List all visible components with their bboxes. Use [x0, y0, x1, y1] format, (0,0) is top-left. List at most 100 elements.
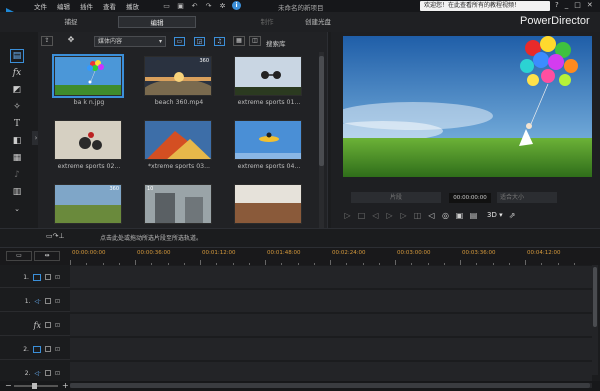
- filter-audio-icon[interactable]: ♫: [214, 37, 225, 46]
- subtitle-icon[interactable]: ▤: [469, 211, 478, 220]
- scroll-thumb[interactable]: [70, 383, 590, 388]
- menu-play[interactable]: 播放: [126, 1, 139, 11]
- track-lane[interactable]: [70, 314, 592, 336]
- volume-icon[interactable]: ◁: [427, 211, 436, 220]
- menu-file[interactable]: 文件: [34, 1, 47, 11]
- next-frame-icon[interactable]: ▷: [385, 211, 394, 220]
- media-item[interactable]: extreme sports 04...: [226, 118, 312, 174]
- scroll-thumb[interactable]: [593, 267, 597, 327]
- import-media-icon[interactable]: ⇪: [41, 36, 53, 46]
- fit-timeline-button[interactable]: ⇹: [34, 251, 60, 261]
- help-button[interactable]: ?: [555, 1, 559, 9]
- maximize-button[interactable]: □: [574, 1, 581, 9]
- media-item[interactable]: 10: [136, 182, 222, 229]
- ruler-tick-label: 00:03:36:00: [462, 250, 496, 256]
- undock-icon[interactable]: ⇗: [508, 211, 517, 220]
- folder-open-icon[interactable]: ▭: [162, 1, 171, 10]
- track-lane[interactable]: [70, 338, 592, 360]
- stop-icon[interactable]: □: [357, 211, 366, 220]
- badge-10: 10: [147, 186, 154, 192]
- media-item[interactable]: extreme sports 01...: [226, 54, 312, 110]
- timeline-tracks: 1. ⊡ 1. ◁· ⊡ fx ⊡ 2. ⊡ 2. ◁· ⊡: [0, 265, 600, 384]
- track-header: 1. ⊡: [0, 266, 68, 288]
- minimize-button[interactable]: _: [565, 1, 569, 9]
- expand-icon[interactable]: ⌄: [11, 203, 23, 215]
- fit-size-select[interactable]: 适合大小: [497, 192, 557, 203]
- ruler-ticks[interactable]: 00:00:00:00 00:00:36:00 00:01:12:00 00:01:4…: [70, 248, 590, 266]
- track-enable-checkbox[interactable]: [44, 346, 51, 352]
- particle-room-icon[interactable]: ✧: [11, 101, 23, 113]
- snapshot-icon[interactable]: ◎: [441, 211, 450, 220]
- search-library-label[interactable]: 搜索库: [266, 38, 286, 48]
- zoom-out-icon[interactable]: −: [5, 381, 12, 390]
- media-room-icon[interactable]: ▤: [10, 49, 24, 63]
- clip-mode-button[interactable]: 片段: [351, 192, 441, 203]
- audio-track-icon: ◁·: [34, 297, 41, 305]
- previous-frame-icon[interactable]: ◁: [371, 211, 380, 220]
- tab-create-disc[interactable]: 创建光盘: [298, 16, 338, 28]
- filter-video-icon[interactable]: ▭: [174, 37, 185, 46]
- timecode-display: 00:00:00:00: [449, 193, 491, 203]
- media-item[interactable]: [226, 182, 312, 229]
- room-toolbar: ▤ fx ◩ ✧ T ◧ ▦ ♪ ▥ ⌄: [6, 49, 28, 220]
- menu-view[interactable]: 查看: [103, 1, 116, 11]
- media-item[interactable]: extreme sports 02...: [46, 118, 132, 174]
- audio-mixing-icon[interactable]: ▦: [11, 152, 23, 164]
- tab-edit[interactable]: 编辑: [118, 16, 196, 28]
- track-lane[interactable]: [70, 290, 592, 312]
- timeline-horizontal-scrollbar[interactable]: [70, 383, 592, 388]
- view-mode-icon[interactable]: ▦: [233, 36, 245, 46]
- lock-icon[interactable]: ⊡: [55, 322, 60, 329]
- media-item[interactable]: 360: [46, 182, 132, 229]
- track-enable-checkbox[interactable]: [44, 298, 51, 304]
- close-button[interactable]: ✕: [587, 1, 593, 9]
- lock-icon[interactable]: ⊡: [55, 298, 60, 305]
- chapter-room-icon[interactable]: ▥: [11, 186, 23, 198]
- track-number: 1.: [23, 273, 29, 281]
- display-icon[interactable]: ▣: [455, 211, 464, 220]
- lock-icon[interactable]: ⊡: [55, 346, 60, 353]
- trim-icon[interactable]: ▭↷⊥: [46, 232, 82, 241]
- library-scrollbar[interactable]: [319, 52, 324, 228]
- play-icon[interactable]: ▷: [343, 211, 352, 220]
- media-content-select[interactable]: 媒体内容 ▾: [94, 36, 166, 47]
- timeline-vertical-scrollbar[interactable]: [592, 265, 598, 375]
- 3d-toggle[interactable]: 3D ▾: [487, 211, 503, 219]
- menu-edit[interactable]: 编辑: [57, 1, 70, 11]
- media-item[interactable]: ba k n.jpg: [46, 54, 132, 110]
- filter-image-icon[interactable]: ◲: [194, 37, 205, 46]
- tutorial-notice[interactable]: 欢迎您！在此查看所有的教程视频！: [420, 1, 550, 11]
- tab-capture[interactable]: 捕捉: [56, 16, 86, 28]
- media-thumbnail: [52, 54, 124, 98]
- lock-icon[interactable]: ⊡: [55, 274, 60, 281]
- fx-room-icon[interactable]: fx: [11, 67, 23, 79]
- track-enable-checkbox[interactable]: [44, 322, 51, 328]
- save-icon[interactable]: ▣: [176, 1, 185, 10]
- lock-icon[interactable]: ⊡: [55, 370, 60, 377]
- tag-icon[interactable]: ◫: [249, 36, 261, 46]
- zoom-knob[interactable]: [32, 383, 37, 389]
- title-room-icon[interactable]: T: [11, 118, 23, 130]
- track-enable-checkbox[interactable]: [44, 274, 51, 280]
- loop-icon[interactable]: ◫: [413, 211, 422, 220]
- menu-plugins[interactable]: 插件: [80, 1, 93, 11]
- media-item[interactable]: *xtreme sports 03...: [136, 118, 222, 174]
- undo-icon[interactable]: ↶: [190, 1, 199, 10]
- track-enable-checkbox[interactable]: [44, 370, 51, 376]
- scroll-thumb[interactable]: [319, 56, 324, 166]
- timeline-track-fx: fx ⊡: [0, 314, 592, 336]
- voiceover-icon[interactable]: ♪: [11, 169, 23, 181]
- redo-icon[interactable]: ↷: [204, 1, 213, 10]
- timeline-view-button[interactable]: ▭: [6, 251, 32, 261]
- tab-produce[interactable]: 制作: [252, 16, 282, 28]
- transition-room-icon[interactable]: ◧: [11, 135, 23, 147]
- pip-room-icon[interactable]: ◩: [11, 84, 23, 96]
- track-lane[interactable]: [70, 266, 592, 288]
- fast-forward-icon[interactable]: ▷: [399, 211, 408, 220]
- settings-icon[interactable]: ✲: [218, 1, 227, 10]
- media-item[interactable]: 360 beach 360.mp4: [136, 54, 222, 110]
- plugin-icon[interactable]: ✥: [65, 36, 77, 46]
- info-icon[interactable]: i: [232, 1, 241, 10]
- track-header: 2. ⊡: [0, 338, 68, 360]
- zoom-in-icon[interactable]: +: [62, 381, 69, 390]
